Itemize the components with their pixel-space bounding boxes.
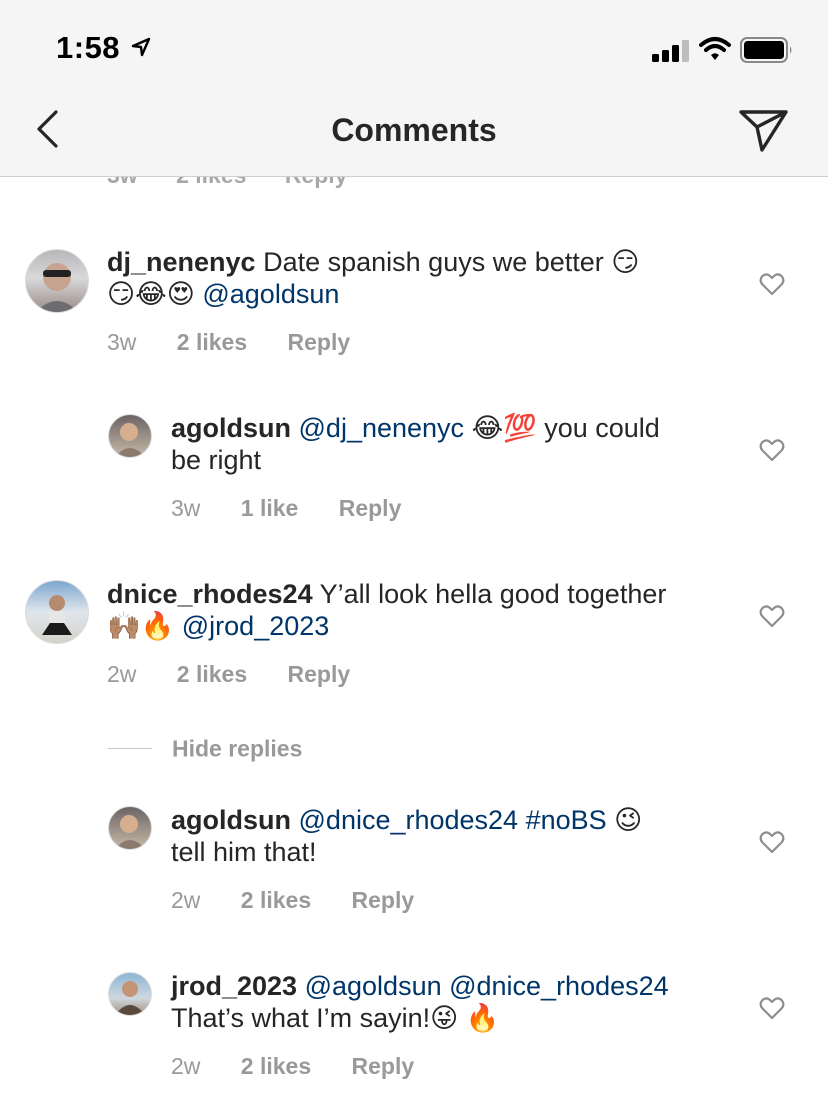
reply-button[interactable]: Reply <box>288 329 351 355</box>
comment-body: Y’all look hella good together <box>319 579 667 609</box>
comment-likes[interactable]: 2 likes <box>177 661 247 687</box>
header-bar: 1:58 Comments <box>0 0 828 177</box>
comment-meta: 2w 2 likes Reply <box>171 887 414 914</box>
comment-username[interactable]: jrod_2023 <box>171 971 297 1001</box>
location-arrow-icon <box>131 37 151 57</box>
wifi-icon <box>699 37 731 60</box>
comment-username[interactable]: dj_nenenyc <box>107 247 256 277</box>
comment-time: 3w <box>107 329 137 355</box>
like-heart-icon[interactable] <box>759 604 785 628</box>
comment-body: Date spanish guys we better 😏 <box>263 247 640 277</box>
comment-body: tell him that! <box>171 837 317 867</box>
reply-button[interactable]: Reply <box>288 661 351 687</box>
reply-button[interactable]: Reply <box>352 1053 415 1079</box>
page-title: Comments <box>331 112 497 148</box>
comment-text: agoldsun @dj_nenenyc 😂💯 you could be rig… <box>171 412 731 476</box>
avatar[interactable] <box>25 580 89 644</box>
avatar-photo <box>36 263 78 312</box>
comment-mention[interactable]: @agoldsun @dnice_rhodes24 <box>305 971 669 1001</box>
hide-replies-toggle[interactable]: Hide replies <box>108 734 302 762</box>
comment-time: 2w <box>107 661 137 687</box>
divider-line <box>108 748 152 750</box>
comment-body: That’s what I’m sayin!😜 🔥 <box>171 1003 500 1033</box>
comment-mention[interactable]: @jrod_2023 <box>182 611 330 641</box>
comment-emoji: 🙌🏽🔥 <box>107 611 175 641</box>
avatar-photo <box>115 981 145 1015</box>
reply-button[interactable]: Reply <box>339 495 402 521</box>
avatar[interactable] <box>108 414 152 458</box>
comment-username[interactable]: dnice_rhodes24 <box>107 579 313 609</box>
like-heart-icon[interactable] <box>759 438 785 462</box>
comment-emoji: 😏😂😍 <box>107 279 195 309</box>
comment-username[interactable]: agoldsun <box>171 413 291 443</box>
avatar-photo <box>115 815 145 849</box>
hide-replies-label[interactable]: Hide replies <box>172 735 302 761</box>
comment-mention[interactable]: @agoldsun <box>202 279 339 309</box>
like-heart-icon[interactable] <box>759 272 785 296</box>
comment-likes[interactable]: 2 likes <box>241 1053 311 1079</box>
comment-username[interactable]: agoldsun <box>171 805 291 835</box>
comment-mention[interactable]: @dj_nenenyc <box>299 413 465 443</box>
comment-likes[interactable]: 2 likes <box>241 887 311 913</box>
comment-likes[interactable]: 2 likes <box>177 329 247 355</box>
comment-time: 3w <box>171 495 201 521</box>
battery-icon <box>740 37 792 63</box>
comment-text: dj_nenenyc Date spanish guys we better 😏… <box>107 246 707 310</box>
comment-body-cont: be right <box>171 445 262 475</box>
comment-time: 2w <box>171 887 201 913</box>
avatar-photo <box>115 423 145 457</box>
comment-text: agoldsun @dnice_rhodes24 #noBS 😉 tell hi… <box>171 804 731 868</box>
reply-button[interactable]: Reply <box>352 887 415 913</box>
comment-emoji: 😉 <box>614 805 643 835</box>
cellular-signal-icon <box>652 40 689 62</box>
comment-meta: 3w 1 like Reply <box>171 495 401 522</box>
comment-body: 😂💯 you could <box>471 413 660 443</box>
avatar[interactable] <box>25 249 89 313</box>
avatar[interactable] <box>108 972 152 1016</box>
like-heart-icon[interactable] <box>759 996 785 1020</box>
comment-likes[interactable]: 1 like <box>241 495 299 521</box>
like-heart-icon[interactable] <box>759 830 785 854</box>
comment-text: jrod_2023 @agoldsun @dnice_rhodes24 That… <box>171 970 731 1034</box>
avatar[interactable] <box>108 806 152 850</box>
comment-meta: 2w 2 likes Reply <box>107 661 350 688</box>
status-time: 1:58 <box>56 30 121 65</box>
avatar-photo <box>42 595 72 635</box>
comment-text: dnice_rhodes24 Y’all look hella good tog… <box>107 578 727 642</box>
comment-meta: 2w 2 likes Reply <box>171 1053 414 1080</box>
comment-mention[interactable]: @dnice_rhodes24 #noBS <box>299 805 607 835</box>
comment-time: 2w <box>171 1053 201 1079</box>
comment-meta: 3w 2 likes Reply <box>107 329 350 356</box>
direct-send-icon[interactable] <box>738 106 790 154</box>
